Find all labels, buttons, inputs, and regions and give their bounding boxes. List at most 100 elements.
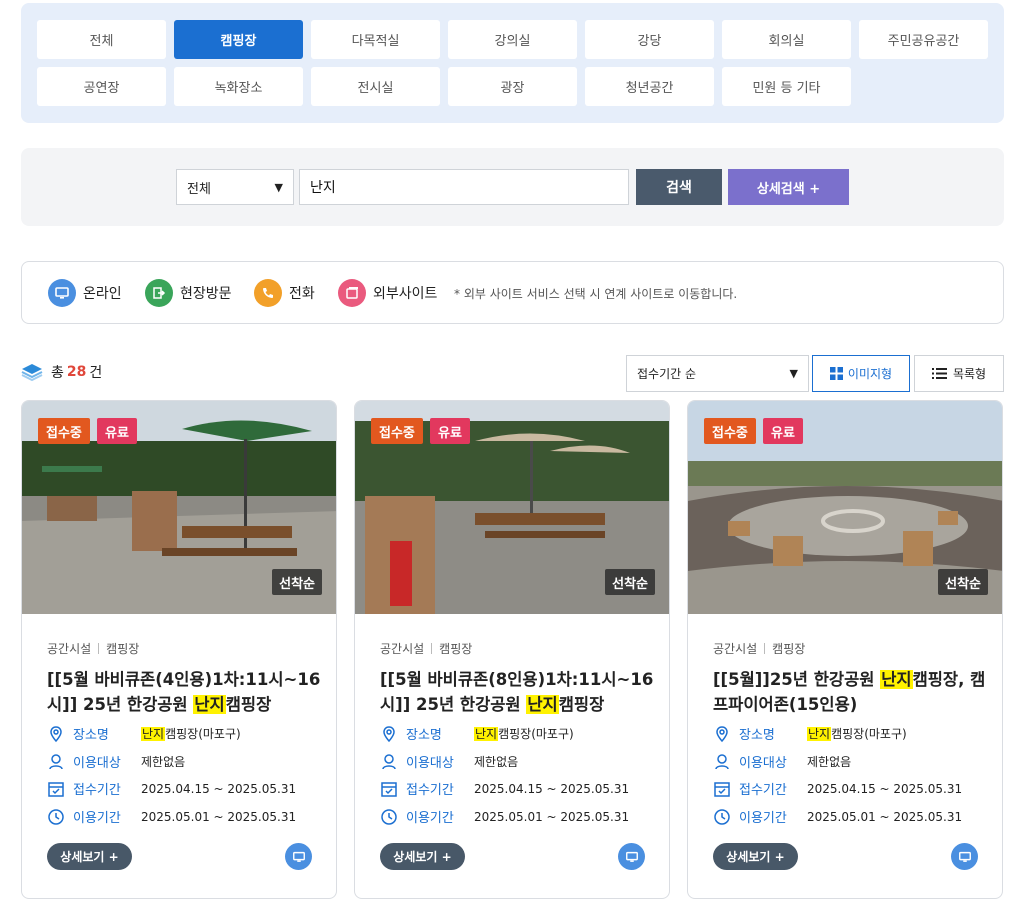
clock-icon bbox=[48, 808, 64, 825]
category-panel: 전체 캠핑장 다목적실 강의실 강당 회의실 주민공유공간 공연장 녹화장소 전… bbox=[21, 3, 1004, 123]
window-icon bbox=[338, 279, 366, 307]
list-view-label: 목록형 bbox=[952, 367, 987, 381]
legend-online: 온라인 bbox=[48, 279, 122, 307]
card-type: 공간시설 bbox=[47, 642, 92, 656]
detail-button[interactable]: 상세보기 + bbox=[47, 843, 132, 870]
fee-badge: 유료 bbox=[97, 418, 137, 444]
legend-external-label: 외부사이트 bbox=[373, 286, 438, 302]
facility-card[interactable]: 접수중 유료 선착순 공간시설 캠핑장 [[5월]]25년 한강공원 난지캠핑장,… bbox=[687, 400, 1003, 899]
layers-icon bbox=[21, 364, 43, 382]
result-count: 28 bbox=[66, 364, 87, 380]
location-pin-icon bbox=[50, 725, 62, 742]
category-etc[interactable]: 민원 등 기타 bbox=[722, 67, 851, 106]
first-come-badge: 선착순 bbox=[938, 569, 988, 595]
fee-badge: 유료 bbox=[430, 418, 470, 444]
card-category: 공간시설 캠핑장 bbox=[47, 640, 139, 657]
monitor-icon bbox=[48, 279, 76, 307]
monitor-icon bbox=[618, 843, 645, 870]
receipt-row: 접수기간 2025.04.15 ~ 2025.05.31 bbox=[47, 779, 296, 798]
category-plaza[interactable]: 광장 bbox=[448, 67, 577, 106]
list-icon bbox=[931, 368, 947, 379]
card-image[interactable]: 접수중 유료 선착순 bbox=[22, 401, 336, 614]
category-recording[interactable]: 녹화장소 bbox=[174, 67, 303, 106]
summary-prefix: 총 bbox=[51, 365, 64, 381]
use-row: 이용기간 2025.05.01 ~ 2025.05.31 bbox=[47, 807, 296, 826]
legend-online-label: 온라인 bbox=[83, 286, 122, 302]
card-type: 공간시설 bbox=[380, 642, 425, 656]
fee-badge: 유료 bbox=[763, 418, 803, 444]
category-youth-space[interactable]: 청년공간 bbox=[585, 67, 714, 106]
receipt-row: 접수기간 2025.04.15 ~ 2025.05.31 bbox=[380, 779, 629, 798]
card-title[interactable]: [[5월]]25년 한강공원 난지캠핑장, 캠프파이어존(15인용) bbox=[713, 667, 988, 717]
summary-suffix: 건 bbox=[89, 365, 103, 381]
legend-note: * 외부 사이트 서비스 선택 시 연계 사이트로 이동합니다. bbox=[454, 287, 738, 301]
calendar-icon bbox=[381, 781, 397, 797]
receipt-row: 접수기간 2025.04.15 ~ 2025.05.31 bbox=[713, 779, 962, 798]
card-category: 공간시설 캠핑장 bbox=[713, 640, 805, 657]
legend-phone-label: 전화 bbox=[289, 286, 315, 302]
legend-phone: 전화 bbox=[254, 279, 315, 307]
person-icon bbox=[382, 753, 396, 769]
search-panel: 전체 ▼ 검색 상세검색 + bbox=[21, 148, 1004, 226]
search-scope-select[interactable]: 전체 ▼ bbox=[176, 169, 294, 205]
search-input[interactable] bbox=[299, 169, 629, 205]
category-lecture-room[interactable]: 강의실 bbox=[448, 20, 577, 59]
card-title[interactable]: [[5월 바비큐존(8인용)1차:11시~16시]] 25년 한강공원 난지캠핑… bbox=[380, 667, 655, 717]
use-row: 이용기간 2025.05.01 ~ 2025.05.31 bbox=[713, 807, 962, 826]
category-concert-hall[interactable]: 공연장 bbox=[37, 67, 166, 106]
clock-icon bbox=[714, 808, 730, 825]
status-badge: 접수중 bbox=[38, 418, 90, 444]
grid-icon bbox=[829, 367, 843, 380]
card-subcategory: 캠핑장 bbox=[772, 642, 806, 656]
card-type: 공간시설 bbox=[713, 642, 758, 656]
legend-visit-label: 현장방문 bbox=[180, 286, 232, 302]
category-all[interactable]: 전체 bbox=[37, 20, 166, 59]
person-icon bbox=[715, 753, 729, 769]
facility-card[interactable]: 접수중 유료 선착순 공간시설 캠핑장 [[5월 바비큐존(8인용)1차:11시~… bbox=[354, 400, 670, 899]
status-badge: 접수중 bbox=[371, 418, 423, 444]
search-button[interactable]: 검색 bbox=[636, 169, 722, 205]
image-view-button[interactable]: 이미지형 bbox=[812, 355, 910, 392]
target-row: 이용대상 제한없음 bbox=[47, 752, 185, 771]
card-image[interactable]: 접수중 유료 선착순 bbox=[688, 401, 1002, 614]
detail-button[interactable]: 상세보기 + bbox=[380, 843, 465, 870]
sort-value: 접수기간 순 bbox=[637, 367, 697, 381]
location-pin-icon bbox=[716, 725, 728, 742]
category-meeting-room[interactable]: 회의실 bbox=[722, 20, 851, 59]
advanced-search-button[interactable]: 상세검색 + bbox=[728, 169, 849, 205]
category-multipurpose[interactable]: 다목적실 bbox=[311, 20, 440, 59]
place-row: 장소명 난지캠핑장(마포구) bbox=[713, 724, 907, 743]
list-view-button[interactable]: 목록형 bbox=[914, 355, 1004, 392]
category-shared-space[interactable]: 주민공유공간 bbox=[859, 20, 988, 59]
first-come-badge: 선착순 bbox=[272, 569, 322, 595]
legend-external: 외부사이트 bbox=[338, 279, 437, 307]
image-view-label: 이미지형 bbox=[847, 367, 893, 381]
result-summary: 총 28 건 bbox=[21, 362, 102, 382]
card-subcategory: 캠핑장 bbox=[106, 642, 140, 656]
place-row: 장소명 난지캠핑장(마포구) bbox=[47, 724, 241, 743]
monitor-icon bbox=[951, 843, 978, 870]
clock-icon bbox=[381, 808, 397, 825]
category-auditorium[interactable]: 강당 bbox=[585, 20, 714, 59]
location-pin-icon bbox=[383, 725, 395, 742]
card-title[interactable]: [[5월 바비큐존(4인용)1차:11시~16시]] 25년 한강공원 난지캠핑… bbox=[47, 667, 322, 717]
legend-visit: 현장방문 bbox=[145, 279, 232, 307]
caret-down-icon: ▼ bbox=[789, 367, 798, 380]
category-exhibition[interactable]: 전시실 bbox=[311, 67, 440, 106]
phone-icon bbox=[254, 279, 282, 307]
use-row: 이용기간 2025.05.01 ~ 2025.05.31 bbox=[380, 807, 629, 826]
facility-card[interactable]: 접수중 유료 선착순 공간시설 캠핑장 [[5월 바비큐존(4인용)1차:11시~… bbox=[21, 400, 337, 899]
target-row: 이용대상 제한없음 bbox=[380, 752, 518, 771]
method-legend: 온라인 현장방문 전화 외부사이트 * 외부 사이트 서비스 선택 시 연계 사… bbox=[21, 261, 1004, 324]
category-camping[interactable]: 캠핑장 bbox=[174, 20, 303, 59]
card-category: 공간시설 캠핑장 bbox=[380, 640, 472, 657]
card-image[interactable]: 접수중 유료 선착순 bbox=[355, 401, 669, 614]
detail-button[interactable]: 상세보기 + bbox=[713, 843, 798, 870]
sort-select[interactable]: 접수기간 순 ▼ bbox=[626, 355, 809, 392]
monitor-icon bbox=[285, 843, 312, 870]
calendar-icon bbox=[48, 781, 64, 797]
target-row: 이용대상 제한없음 bbox=[713, 752, 851, 771]
caret-down-icon: ▼ bbox=[274, 181, 283, 194]
status-badge: 접수중 bbox=[704, 418, 756, 444]
first-come-badge: 선착순 bbox=[605, 569, 655, 595]
